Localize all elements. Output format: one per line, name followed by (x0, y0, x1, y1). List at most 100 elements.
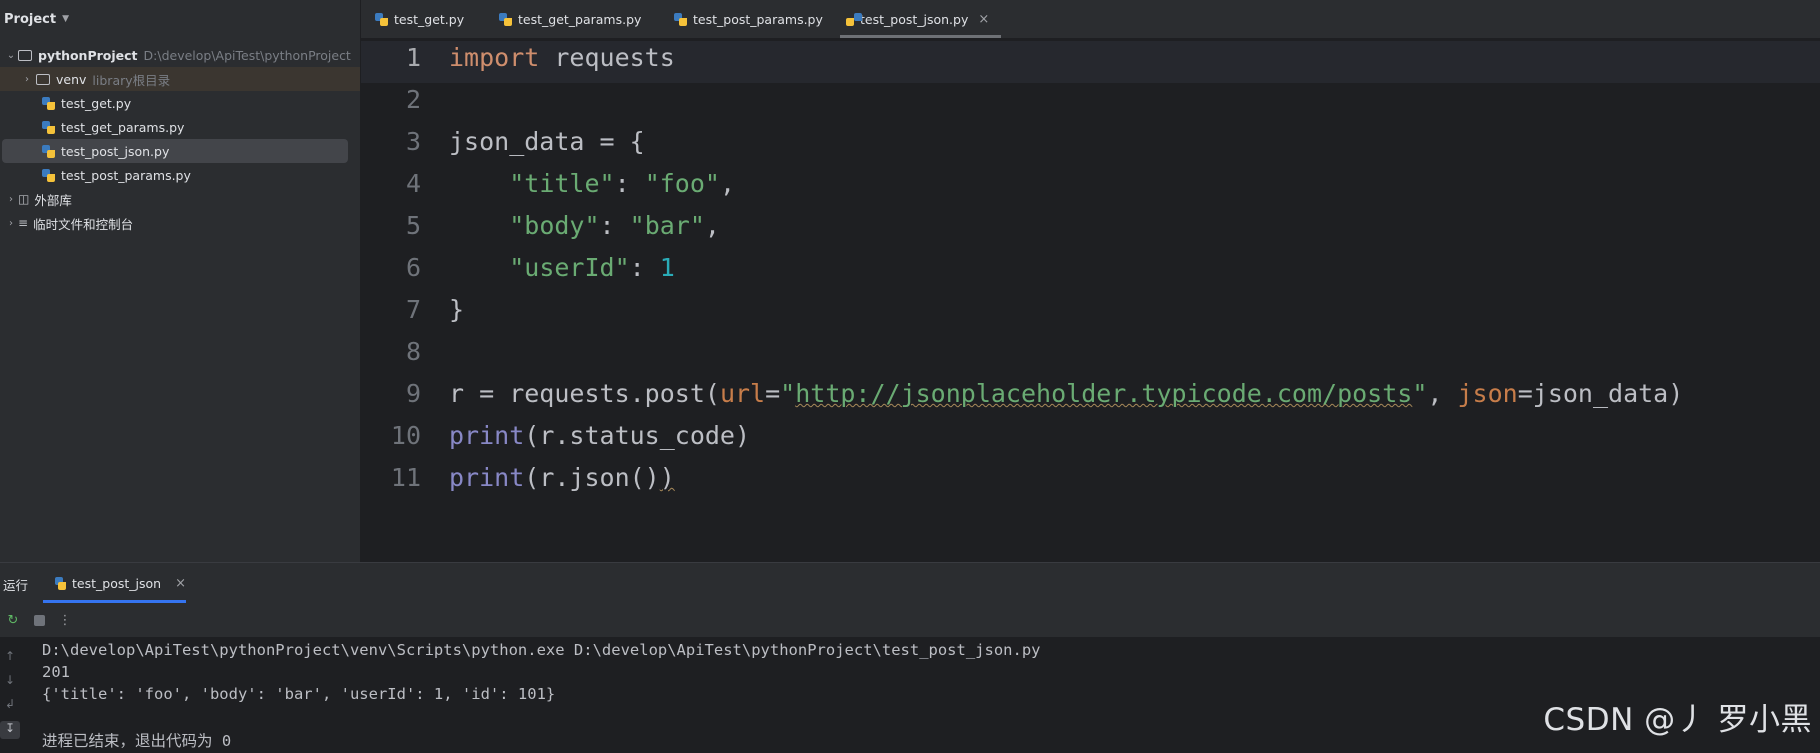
code-token: "foo" (644, 169, 720, 198)
code-token: , (704, 211, 720, 240)
line-number: 8 (405, 337, 421, 366)
chevron-right-icon[interactable]: › (4, 218, 18, 229)
chevron-down-icon[interactable]: ⌄ (4, 50, 18, 61)
python-file-icon (42, 96, 55, 110)
tab-label: test_get.py (394, 11, 465, 27)
tab-label: test_post_json.py (860, 11, 969, 27)
rerun-icon[interactable]: ↻ (4, 611, 22, 629)
file-label: test_post_json.py (61, 143, 170, 159)
tree-item-file-selected[interactable]: test_post_json.py (2, 139, 348, 163)
file-label: test_get.py (61, 95, 132, 111)
python-file-icon (375, 12, 388, 26)
code-token: : (614, 169, 645, 198)
code-token: } (449, 295, 465, 324)
console-line: 201 (42, 663, 70, 681)
external-libraries-label: 外部库 (34, 192, 72, 208)
code-token: r = requests.post( (449, 379, 720, 408)
scratches-label: 临时文件和控制台 (33, 216, 134, 232)
tab-test-post-json[interactable]: test_post_json.py × (840, 0, 1001, 38)
line-number: 11 (390, 463, 421, 492)
tree-item-file[interactable]: test_post_params.py (42, 163, 191, 187)
code-token: : (629, 253, 660, 282)
run-tab-label: test_post_json (72, 575, 162, 591)
chevron-right-icon[interactable]: › (4, 194, 18, 205)
file-label: test_get_params.py (61, 119, 185, 135)
code-token: (r.status_code) (524, 421, 751, 450)
code-line: "userId": 1 (449, 253, 675, 282)
close-icon[interactable]: × (978, 12, 989, 27)
code-token: " (780, 379, 796, 408)
tab-run-config[interactable]: test_post_json × (43, 563, 186, 603)
code-line: import requests (449, 43, 675, 72)
code-token: requests (539, 43, 675, 72)
python-file-icon (42, 120, 55, 134)
venv-label: venv (56, 71, 87, 87)
code-token: "body" (509, 211, 600, 240)
console-line: D:\develop\ApiTest\pythonProject\venv\Sc… (42, 641, 1041, 659)
code-line: print(r.json()) (449, 463, 675, 492)
tree-item-venv[interactable]: › venv library根目录 (0, 67, 360, 91)
code-token: =json_data) (1517, 379, 1684, 408)
line-number: 4 (405, 169, 421, 198)
code-line: r = requests.post(url="http://jsonplaceh… (449, 379, 1683, 408)
line-number: 1 (405, 43, 421, 72)
file-label: test_post_params.py (61, 167, 191, 183)
python-file-icon (674, 12, 687, 26)
tree-item-file[interactable]: test_get.py (42, 91, 131, 115)
watermark-text: CSDN @丿 罗小黑 (1543, 702, 1812, 738)
code-token: import (449, 43, 540, 72)
close-icon[interactable]: × (175, 576, 186, 591)
tree-item-file[interactable]: test_get_params.py (42, 115, 184, 139)
code-token: ) (659, 463, 675, 492)
python-file-icon (42, 168, 55, 182)
code-line: "body": "bar", (449, 211, 720, 240)
code-token: "bar" (629, 211, 705, 240)
more-options-icon[interactable]: ⋮ (56, 611, 74, 629)
folder-icon (18, 49, 32, 61)
venv-hint: library根目录 (92, 72, 171, 88)
stop-icon (33, 614, 45, 626)
folder-icon (36, 73, 50, 85)
code-token: "title" (509, 169, 615, 198)
run-panel-header: 运行 test_post_json × (0, 563, 1820, 603)
chevron-right-icon[interactable]: › (20, 74, 34, 85)
tab-test-post-params[interactable]: test_post_params.py (660, 0, 840, 38)
stop-button[interactable] (30, 611, 48, 629)
tab-test-get[interactable]: test_get.py (361, 0, 485, 38)
console-side-toolbar: ↑ ↓ ↲ ↧ (0, 637, 36, 753)
code-token: print (449, 421, 525, 450)
url-link[interactable]: http://jsonplaceholder.typicode.com/post… (795, 379, 1412, 408)
console-line: 进程已结束，退出代码为 0 (42, 732, 232, 750)
project-view-header[interactable]: Project ▼ (0, 0, 360, 38)
root-folder-path: D:\develop\ApiTest\pythonProject (143, 47, 351, 63)
tab-label: test_get_params.py (518, 11, 642, 27)
code-token: "userId" (509, 253, 630, 282)
chevron-down-icon[interactable]: ▼ (62, 14, 69, 24)
tree-item-scratches[interactable]: › ≡ 临时文件和控制台 (4, 211, 133, 235)
tree-item-root[interactable]: ⌄ pythonProject D:\develop\ApiTest\pytho… (4, 43, 351, 67)
code-token: (r.json() (524, 463, 660, 492)
project-sidebar: Project ▼ ⌄ pythonProject D:\develop\Api… (0, 0, 361, 562)
code-editor[interactable]: 1 2 3 4 5 6 7 8 9 10 11 import requests … (361, 39, 1820, 562)
code-token: json (1457, 379, 1518, 408)
code-line: "title": "foo", (449, 169, 735, 198)
tree-item-external-libraries[interactable]: › ◫ 外部库 (4, 187, 72, 211)
library-icon: ◫ (18, 192, 30, 206)
arrow-down-icon[interactable]: ↓ (0, 673, 20, 691)
arrow-up-icon[interactable]: ↑ (0, 649, 20, 667)
code-token: json_data = { (449, 127, 645, 156)
code-token: url (719, 379, 766, 408)
root-folder-label: pythonProject (38, 47, 138, 63)
soft-wrap-icon[interactable]: ↲ (0, 697, 20, 715)
line-number: 6 (405, 253, 421, 282)
tab-test-get-params[interactable]: test_get_params.py (485, 0, 660, 38)
run-toolbar: ↻ ⋮ (0, 603, 1820, 637)
python-file-icon (55, 576, 67, 590)
editor-tab-bar: test_get.py test_get_params.py test_post… (361, 0, 1820, 39)
code-token: 1 (659, 253, 675, 282)
scroll-to-end-icon[interactable]: ↧ (0, 721, 20, 739)
code-token: print (449, 463, 525, 492)
code-line: } (449, 295, 464, 324)
console-line: {'title': 'foo', 'body': 'bar', 'userId'… (42, 685, 556, 703)
python-file-icon (42, 144, 55, 158)
